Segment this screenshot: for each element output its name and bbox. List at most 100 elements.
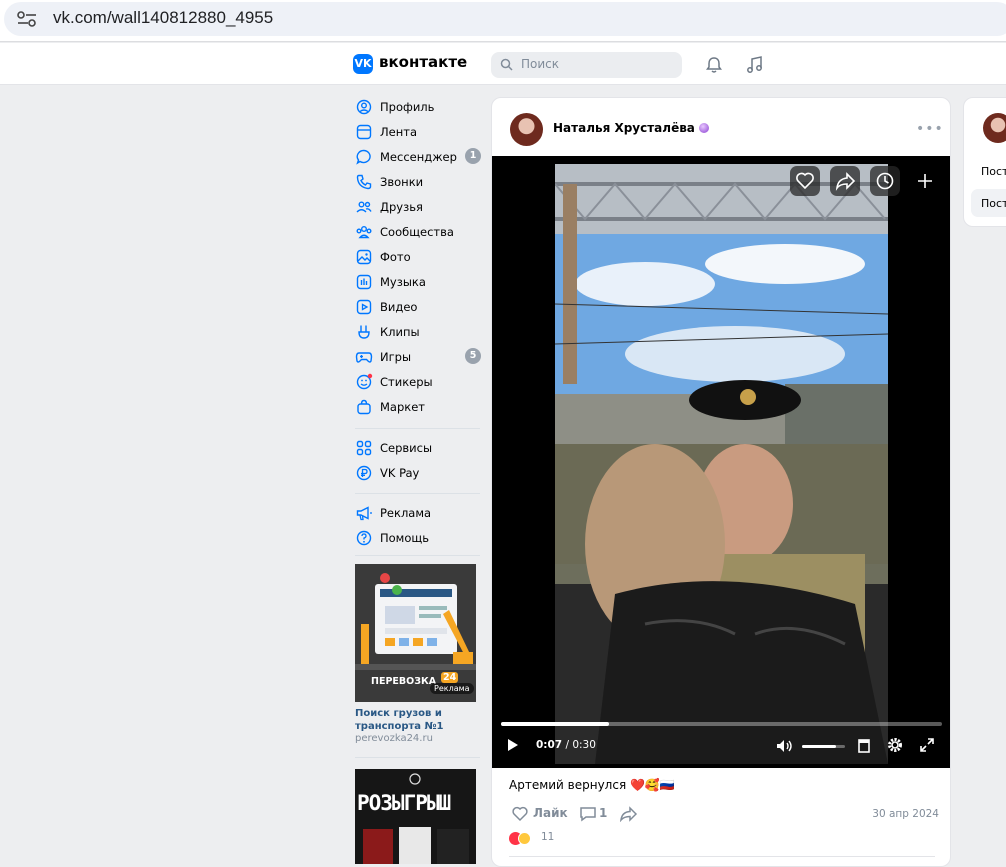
comments-count[interactable]: 1 [599, 806, 607, 820]
friends-icon [356, 201, 372, 213]
sidebar-item-stickers[interactable]: Стикеры [355, 371, 483, 393]
share-post-icon[interactable] [620, 806, 638, 822]
video-frame[interactable] [555, 164, 888, 764]
vkpay-icon [356, 465, 372, 481]
sidebar-item-label: Игры [380, 350, 412, 364]
sidebar-item-services[interactable]: Сервисы [355, 437, 483, 459]
more-dots-icon[interactable]: ••• [916, 121, 944, 137]
volume-icon[interactable] [776, 739, 794, 753]
search-icon [500, 58, 513, 71]
communities-icon [356, 226, 372, 239]
sidebar-item-messenger[interactable]: Мессенджер 1 [355, 146, 483, 168]
profile-icon [356, 99, 372, 115]
sidebar-item-help[interactable]: Помощь [355, 527, 483, 549]
sidebar-item-music[interactable]: Музыка [355, 271, 483, 293]
sidebar-item-label: Лента [380, 125, 417, 139]
sidebar-item-label: Друзья [380, 200, 423, 214]
ad-image-brand: ПЕРЕВОЗКА [371, 676, 437, 687]
photo-icon [356, 249, 372, 265]
ad-title[interactable]: Поиск грузов и транспорта №1 [355, 707, 480, 733]
right-panel-tab-1[interactable]: Пост [981, 165, 1006, 178]
author-name-text[interactable]: Наталья Хрусталёва [553, 121, 695, 135]
brand-name[interactable]: вконтакте [379, 53, 467, 71]
right-panel-tab-2[interactable]: Пост [971, 189, 1006, 217]
ad-link[interactable]: perevozka24.ru [355, 733, 433, 744]
bell-icon[interactable] [704, 55, 724, 75]
sidebar-divider [355, 428, 480, 429]
sidebar-item-communities[interactable]: Сообщества [355, 221, 483, 243]
ad-image[interactable]: ПЕРЕВОЗКА 24 Реклама [355, 564, 476, 702]
sidebar-divider [355, 757, 480, 758]
sidebar-item-video[interactable]: Видео [355, 296, 483, 318]
music-icon [356, 274, 372, 290]
love-eyes-reaction-icon [518, 832, 531, 845]
sidebar-item-profile[interactable]: Профиль [355, 96, 483, 118]
sidebar-item-market[interactable]: Маркет [355, 396, 483, 418]
sidebar-item-badge: 1 [465, 148, 481, 164]
video-icon [356, 299, 372, 315]
video-add-button[interactable] [910, 166, 940, 196]
sidebar-item-label: Фото [380, 250, 411, 264]
like-icon[interactable] [511, 805, 529, 823]
sidebar-item-calls[interactable]: Звонки [355, 171, 483, 193]
mini-player-icon[interactable] [858, 739, 870, 753]
sidebar-divider [355, 555, 480, 556]
fullscreen-icon[interactable] [920, 738, 934, 752]
url-field[interactable]: vk.com/wall140812880_4955 [4, 2, 1006, 36]
play-icon[interactable] [506, 738, 520, 752]
vk-logo-icon[interactable]: VK [353, 54, 373, 74]
music-note-icon[interactable] [745, 55, 765, 75]
sidebar-item-label: Сообщества [380, 225, 454, 239]
ad2-image[interactable]: РОЗЫГРЫШ [355, 769, 476, 864]
post-date[interactable]: 30 апр 2024 [872, 808, 939, 820]
sidebar-item-photo[interactable]: Фото [355, 246, 483, 268]
browser-address-bar: vk.com/wall140812880_4955 [0, 0, 1006, 42]
sidebar-item-label: Клипы [380, 325, 420, 339]
video-like-button[interactable] [790, 166, 820, 196]
sidebar-item-clips[interactable]: Клипы [355, 321, 483, 343]
sidebar-item-label: Помощь [380, 531, 430, 545]
video-watch-later-button[interactable] [870, 166, 900, 196]
messenger-icon [356, 149, 371, 165]
sidebar-item-ads[interactable]: Реклама [355, 502, 483, 524]
sidebar-item-games[interactable]: Игры 5 [355, 346, 483, 368]
reactions-count: 11 [541, 831, 555, 843]
video-player[interactable]: 0:07 / 0:30 [492, 156, 950, 768]
clips-icon [358, 325, 370, 339]
ad-image-brand-number: 24 [441, 672, 459, 683]
right-panel: Пост Пост [963, 97, 1006, 227]
like-button[interactable]: Лайк [533, 806, 568, 820]
right-panel-avatar[interactable] [983, 113, 1006, 143]
post-caption: Артемий вернулся ❤️🥰🇷🇺 [509, 778, 675, 792]
settings-gear-icon[interactable] [886, 736, 904, 754]
video-scene [555, 164, 888, 764]
megaphone-icon [356, 506, 372, 521]
clock-icon [876, 172, 894, 190]
sidebar-item-feed[interactable]: Лента [355, 121, 483, 143]
search-input[interactable]: Поиск [491, 52, 682, 78]
video-progress-fill [501, 722, 610, 726]
author-avatar[interactable] [510, 113, 543, 146]
sidebar-item-label: Звонки [380, 175, 424, 189]
video-time: 0:07 / 0:30 [536, 739, 596, 751]
video-time-total: 0:30 [572, 739, 596, 751]
volume-slider[interactable] [802, 745, 845, 748]
sidebar-item-label: Мессенджер [380, 150, 457, 164]
post-divider [509, 856, 935, 857]
sidebar-item-vkpay[interactable]: VK Pay [355, 462, 483, 484]
video-progress-bar[interactable] [501, 722, 942, 726]
heart-icon [796, 172, 814, 190]
url-text[interactable]: vk.com/wall140812880_4955 [53, 8, 273, 28]
video-share-button[interactable] [830, 166, 860, 196]
video-time-current: 0:07 [536, 739, 563, 751]
sidebar-item-label: Профиль [380, 100, 435, 114]
sidebar-item-friends[interactable]: Друзья [355, 196, 483, 218]
comment-icon[interactable] [579, 805, 597, 823]
market-icon [357, 399, 371, 415]
tune-icon[interactable] [16, 10, 38, 28]
sidebar-divider [355, 493, 480, 494]
sidebar-item-label: Стикеры [380, 375, 433, 389]
purple-orb-emoji [699, 123, 710, 133]
author-name[interactable]: Наталья Хрусталёва [553, 121, 710, 135]
post-actions: Лайк 1 30 апр 2024 [509, 803, 939, 825]
